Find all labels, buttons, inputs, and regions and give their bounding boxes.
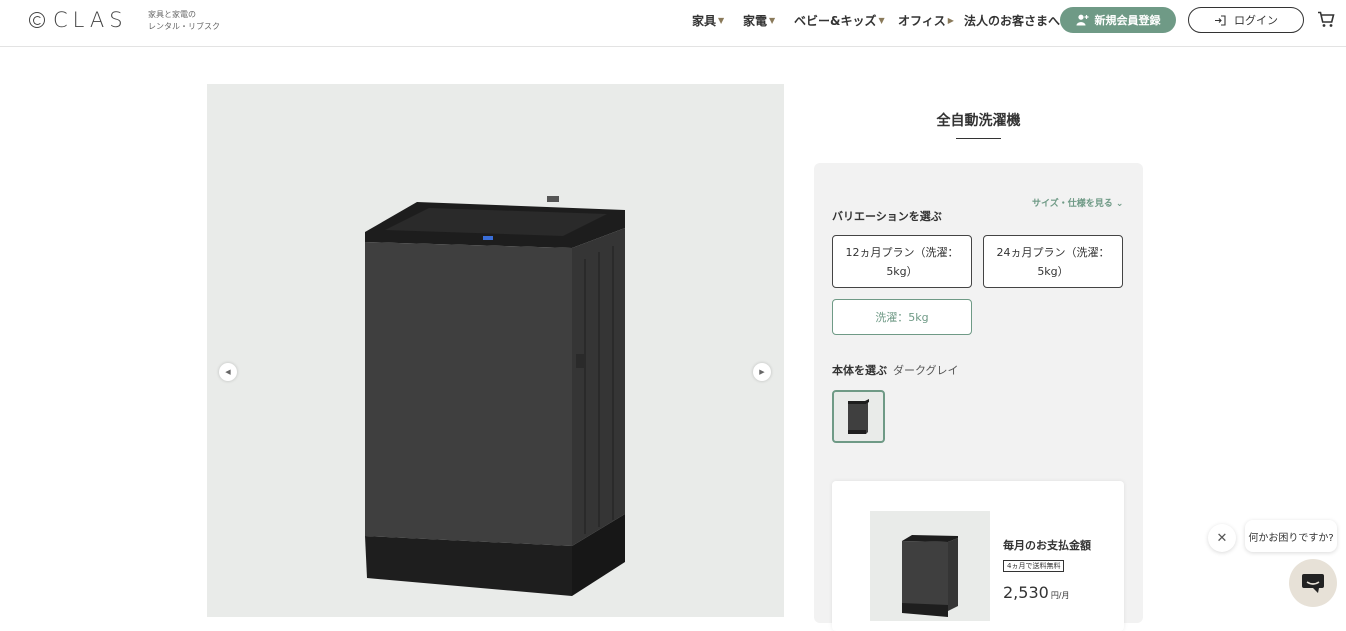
chat-close-button[interactable]: ✕	[1208, 524, 1236, 552]
next-image-button[interactable]: ▶	[753, 363, 771, 381]
variant-label: 洗濯：5kg	[875, 310, 929, 324]
chevron-right-icon: ▶	[759, 368, 765, 376]
chat-icon	[1302, 574, 1324, 593]
chat-prompt-text: 何かお困りですか?	[1248, 532, 1334, 544]
logo-text: CLAS	[53, 8, 128, 32]
shipping-badge: 4ヵ月で送料無料	[1003, 560, 1065, 572]
spec-link-label: サイズ・仕様を見る	[1032, 199, 1113, 209]
nav-baby-kids[interactable]: ベビー&キッズ ▼	[794, 12, 885, 29]
tagline-line2: レンタル・リブスク	[148, 22, 220, 31]
close-icon: ✕	[1216, 530, 1228, 546]
nav-office[interactable]: オフィス ▶	[898, 12, 954, 29]
logo[interactable]: CLAS	[29, 8, 128, 32]
price-unit: 円/月	[1050, 591, 1070, 600]
variant-option-12m[interactable]: 12ヵ月プラン（洗濯：5kg）	[832, 235, 972, 288]
tagline-line1: 家具と家電の	[148, 10, 196, 19]
body-color-name: ダークグレイ	[893, 364, 959, 377]
nav-appliances[interactable]: 家電 ▼	[743, 12, 775, 29]
nav-baby-kids-label: ベビー&キッズ	[794, 14, 877, 28]
chat-open-button[interactable]	[1289, 559, 1337, 607]
login-icon	[1215, 14, 1226, 26]
login-button[interactable]: ログイン	[1188, 7, 1304, 33]
title-divider	[956, 138, 1001, 139]
monthly-payment-label: 毎月のお支払金額	[1003, 539, 1091, 552]
monthly-price: 2,530 円/月	[1003, 583, 1070, 602]
login-label: ログイン	[1234, 14, 1278, 27]
price-value: 2,530	[1003, 583, 1049, 602]
variation-label: バリエーションを選ぶ	[832, 210, 942, 223]
tagline: 家具と家電の レンタル・リブスク	[148, 9, 220, 33]
color-swatch[interactable]	[832, 390, 885, 443]
variant-label: 24ヵ月プラン（洗濯：5kg）	[996, 245, 1110, 278]
nav-furniture-label: 家具	[692, 14, 717, 28]
nav-corporate-label: 法人のお客さまへ	[964, 14, 1061, 28]
caret-down-icon: ▼	[769, 16, 776, 25]
chevron-left-icon: ◀	[225, 368, 231, 376]
product-title: 全自動洗濯機	[936, 113, 1021, 129]
spec-link[interactable]: サイズ・仕様を見る ⌄	[1032, 196, 1123, 209]
product-image	[207, 84, 784, 617]
variant-label: 12ヵ月プラン（洗濯：5kg）	[845, 245, 959, 278]
register-label: 新規会員登録	[1094, 14, 1161, 27]
chevron-down-icon: ⌄	[1115, 199, 1124, 209]
variant-option-24m[interactable]: 24ヵ月プラン（洗濯：5kg）	[983, 235, 1123, 288]
nav-office-label: オフィス	[898, 14, 946, 28]
nav-furniture[interactable]: 家具 ▼	[692, 12, 724, 29]
logo-mark-icon	[29, 12, 45, 28]
washing-machine-image	[365, 196, 625, 596]
caret-down-icon: ▼	[878, 16, 885, 25]
nav-appliances-label: 家電	[743, 14, 768, 28]
swatch-thumbnail	[848, 399, 869, 434]
register-button[interactable]: 新規会員登録	[1060, 7, 1176, 33]
variant-option-5kg[interactable]: 洗濯：5kg	[832, 299, 972, 335]
cart-icon[interactable]	[1317, 11, 1335, 32]
caret-down-icon: ▼	[718, 16, 725, 25]
prev-image-button[interactable]: ◀	[219, 363, 237, 381]
price-thumbnail	[870, 511, 990, 621]
chat-prompt-bubble[interactable]: 何かお困りですか?	[1245, 520, 1337, 552]
body-select-label: 本体を選ぶ ダークグレイ	[832, 362, 959, 378]
caret-right-icon: ▶	[947, 16, 954, 25]
user-add-icon	[1076, 14, 1088, 26]
nav-corporate[interactable]: 法人のお客さまへ	[964, 12, 1060, 29]
body-label: 本体を選ぶ	[832, 364, 887, 377]
